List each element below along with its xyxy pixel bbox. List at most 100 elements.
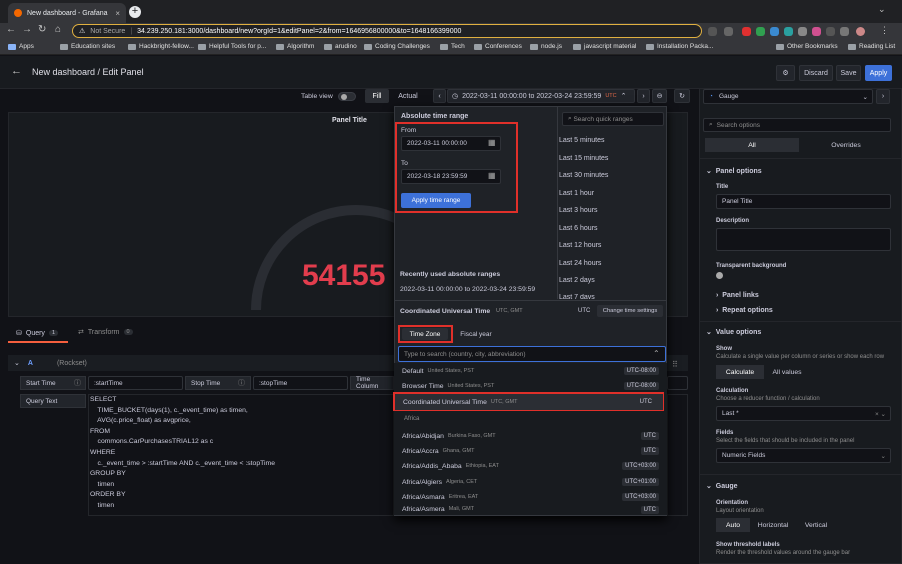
- new-tab-icon[interactable]: +: [129, 6, 141, 18]
- recent-range-item[interactable]: 2022-03-11 00:00:00 to 2022-03-24 23:59:…: [400, 286, 535, 293]
- quick-range-item[interactable]: Last 7 days: [559, 294, 595, 299]
- fill-button[interactable]: Fill: [365, 89, 389, 103]
- bookmark-item[interactable]: Helpful Tools for p...: [198, 43, 266, 50]
- chevron-right-icon[interactable]: ›: [876, 89, 890, 104]
- browser-tab[interactable]: New dashboard - Grafana ×: [8, 3, 126, 23]
- bookmark-item[interactable]: javascript material: [573, 43, 636, 50]
- quick-range-item[interactable]: Last 12 hours: [559, 242, 601, 249]
- timezone-option[interactable]: Default United States, PST UTC-08:00: [394, 363, 667, 379]
- bookmark-item[interactable]: Conferences: [474, 43, 522, 50]
- stop-time-input[interactable]: :stopTime: [253, 376, 348, 390]
- bookmark-item[interactable]: Education sites: [60, 43, 115, 50]
- tab-all[interactable]: All: [705, 138, 799, 152]
- back-arrow-icon[interactable]: ←: [11, 65, 22, 77]
- quick-range-item[interactable]: Last 30 minutes: [559, 172, 608, 179]
- quick-ranges-search[interactable]: ⌕ Search quick ranges: [562, 112, 664, 126]
- extension-icon[interactable]: [798, 27, 807, 36]
- share-icon[interactable]: [708, 27, 717, 36]
- extension-icon[interactable]: [826, 27, 835, 36]
- save-button[interactable]: Save: [836, 65, 861, 81]
- start-time-input[interactable]: :startTime: [88, 376, 183, 390]
- calculation-select[interactable]: Last * × ⌄: [716, 406, 891, 421]
- close-tab-icon[interactable]: ×: [115, 9, 120, 18]
- extension-icon[interactable]: [742, 27, 751, 36]
- bookmark-item[interactable]: Installation Packa...: [646, 43, 713, 50]
- home-icon[interactable]: ⌂: [55, 24, 61, 35]
- tab-search-icon[interactable]: ⌄: [878, 4, 886, 15]
- bookmark-apps[interactable]: Apps: [8, 43, 34, 50]
- tab-query[interactable]: ⛁ Query 1: [8, 325, 68, 343]
- fields-select[interactable]: Numeric Fields ⌄: [716, 448, 891, 463]
- time-column-input[interactable]: [667, 376, 688, 390]
- bookmark-star-icon[interactable]: [724, 27, 733, 36]
- actual-button[interactable]: Actual: [393, 89, 423, 103]
- panel-links-section[interactable]: › Panel links: [716, 292, 759, 299]
- panel-options-section[interactable]: ⌄ Panel options: [706, 167, 762, 175]
- orientation-auto-button[interactable]: Auto: [716, 518, 750, 532]
- timezone-option[interactable]: Africa/Abidjan Burkina Faso, GMT UTC: [394, 428, 667, 444]
- tab-transform[interactable]: ⇄ Transform 0: [78, 328, 133, 336]
- to-input[interactable]: 2022-03-18 23:59:59: [401, 169, 501, 184]
- value-options-section[interactable]: ⌄ Value options: [706, 328, 761, 336]
- zoom-out-icon[interactable]: ⊖: [652, 89, 667, 103]
- description-textarea[interactable]: [716, 228, 891, 251]
- time-shift-forward-icon[interactable]: ›: [637, 89, 650, 103]
- timezone-option[interactable]: Africa/Asmera Mali, GMT UTC: [394, 506, 667, 515]
- transparent-toggle[interactable]: [716, 272, 723, 279]
- table-view-toggle[interactable]: [338, 92, 356, 101]
- refresh-icon[interactable]: ↻: [674, 89, 690, 103]
- chevron-down-icon[interactable]: ⌄: [14, 359, 20, 367]
- bookmark-item[interactable]: Tech: [440, 43, 465, 50]
- puzzle-icon[interactable]: [840, 27, 849, 36]
- bookmark-item[interactable]: node.js: [530, 43, 562, 50]
- back-icon[interactable]: ←: [6, 24, 16, 35]
- quick-range-item[interactable]: Last 3 hours: [559, 207, 598, 214]
- time-shift-back-icon[interactable]: ‹: [433, 89, 446, 103]
- quick-range-item[interactable]: Last 1 hour: [559, 190, 594, 197]
- orientation-vertical-button[interactable]: Vertical: [797, 518, 835, 532]
- orientation-horizontal-button[interactable]: Horizontal: [752, 518, 794, 532]
- repeat-options-section[interactable]: › Repeat options: [716, 307, 773, 314]
- drag-handle-icon[interactable]: ⠿: [672, 360, 678, 369]
- calculate-button[interactable]: Calculate: [716, 365, 764, 379]
- gauge-section[interactable]: ⌄ Gauge: [706, 482, 738, 490]
- quick-range-item[interactable]: Last 5 minutes: [559, 137, 605, 144]
- extension-icon[interactable]: [756, 27, 765, 36]
- avatar[interactable]: [856, 27, 865, 36]
- from-input[interactable]: 2022-03-11 00:00:00: [401, 136, 501, 151]
- visualization-picker[interactable]: ◔ Gauge ⌄: [703, 89, 873, 104]
- all-values-button[interactable]: All values: [766, 365, 808, 379]
- bookmark-reading-list[interactable]: Reading List: [848, 43, 895, 50]
- timezone-option-selected[interactable]: Coordinated Universal Time UTC, GMT UTC: [395, 394, 663, 410]
- timezone-option[interactable]: Africa/Asmara Eritrea, EAT UTC+03:00: [394, 489, 667, 505]
- tab-time-zone[interactable]: Time Zone: [402, 328, 448, 340]
- quick-range-item[interactable]: Last 2 days: [559, 277, 595, 284]
- quick-range-item[interactable]: Last 24 hours: [559, 260, 601, 267]
- query-text-editor-right[interactable]: [667, 394, 688, 516]
- bookmark-other[interactable]: Other Bookmarks: [776, 43, 838, 50]
- apply-time-range-button[interactable]: Apply time range: [401, 193, 471, 208]
- timezone-option[interactable]: Africa/Addis_Ababa Ethiopia, EAT UTC+03:00: [394, 458, 667, 474]
- tab-fiscal-year[interactable]: Fiscal year: [452, 328, 500, 340]
- bookmark-item[interactable]: Algorithm: [276, 43, 314, 50]
- extension-icon[interactable]: [812, 27, 821, 36]
- timezone-option[interactable]: Africa/Algiers Algeria, CET UTC+01:00: [394, 474, 667, 490]
- discard-button[interactable]: Discard: [799, 65, 833, 81]
- bookmark-item[interactable]: Coding Challenges: [364, 43, 430, 50]
- options-search[interactable]: ⌕ Search options: [703, 118, 891, 132]
- settings-gear-icon[interactable]: ⚙: [776, 65, 795, 81]
- address-bar[interactable]: ⚠ Not Secure | 34.239.250.181:3000/dashb…: [72, 24, 702, 38]
- forward-icon[interactable]: →: [22, 24, 32, 35]
- bookmark-item[interactable]: arudino: [324, 43, 357, 50]
- bookmark-item[interactable]: Hackbright-fellow...: [128, 43, 194, 50]
- apply-button[interactable]: Apply: [865, 65, 892, 81]
- timezone-option[interactable]: Africa/Accra Ghana, GMT UTC: [394, 443, 667, 459]
- menu-dots-icon[interactable]: ⋮: [880, 25, 889, 36]
- reload-icon[interactable]: ↻: [38, 24, 46, 35]
- calendar-icon[interactable]: ▦: [488, 171, 496, 180]
- time-range-picker-button[interactable]: ◷ 2022-03-11 00:00:00 to 2022-03-24 23:5…: [447, 89, 635, 103]
- quick-range-item[interactable]: Last 15 minutes: [559, 155, 608, 162]
- change-time-settings-button[interactable]: Change time settings: [597, 305, 663, 317]
- calendar-icon[interactable]: ▦: [488, 138, 496, 147]
- chevron-up-icon[interactable]: ⌃: [653, 349, 660, 358]
